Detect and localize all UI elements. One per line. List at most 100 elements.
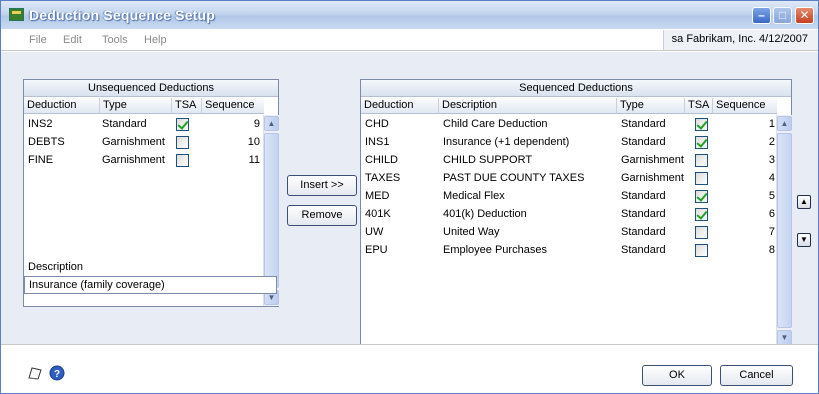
description-label: Description — [28, 261, 84, 273]
sequence-value: 5 — [768, 190, 775, 202]
deduction-description: Child Care Deduction — [443, 118, 548, 130]
tsa-checkbox[interactable] — [695, 190, 708, 203]
table-row[interactable]: EPU Employee Purchases Standard 8 — [361, 242, 777, 260]
deduction-type: Garnishment — [621, 154, 684, 166]
table-row[interactable]: UW United Way Standard 7 — [361, 224, 777, 242]
col-tsa[interactable]: TSA — [172, 98, 202, 114]
menu-file[interactable]: File — [29, 34, 47, 46]
deduction-code: FINE — [28, 154, 54, 166]
deduction-type: Standard — [102, 118, 147, 130]
ok-button[interactable]: OK — [642, 365, 712, 386]
deduction-code: EPU — [365, 244, 388, 256]
tsa-checkbox[interactable] — [695, 136, 708, 149]
title-bar: Deduction Sequence Setup – □ ✕ — [1, 1, 818, 29]
deduction-description: Medical Flex — [443, 190, 505, 202]
sequenced-title: Sequenced Deductions — [361, 80, 791, 97]
table-row[interactable]: INS1 Insurance (+1 dependent) Standard 2 — [361, 134, 777, 152]
table-row[interactable]: FINE Garnishment 11 — [24, 152, 264, 170]
table-row[interactable]: CHD Child Care Deduction Standard 1 — [361, 116, 777, 134]
deduction-type: Standard — [621, 118, 666, 130]
help-icon[interactable]: ? — [49, 365, 65, 381]
col-description[interactable]: Description — [439, 98, 617, 114]
scroll-thumb[interactable] — [777, 133, 792, 328]
sequence-value: 4 — [768, 172, 775, 184]
sequence-value: 8 — [768, 244, 775, 256]
sequence-value: 7 — [768, 226, 775, 238]
deduction-code: 401K — [365, 208, 391, 220]
deduction-type: Standard — [621, 136, 666, 148]
deduction-type: Garnishment — [102, 154, 165, 166]
deduction-type: Standard — [621, 244, 666, 256]
menu-tools[interactable]: Tools — [102, 34, 128, 46]
deduction-code: DEBTS — [28, 136, 65, 148]
sequence-value: 10 — [247, 136, 260, 148]
sequence-value: 2 — [768, 136, 775, 148]
scroll-down-icon[interactable]: ▼ — [777, 330, 792, 345]
move-up-icon[interactable]: ▲ — [797, 195, 811, 209]
remove-button[interactable]: Remove — [287, 205, 357, 226]
deduction-description: CHILD SUPPORT — [443, 154, 533, 166]
deduction-description: 401(k) Deduction — [443, 208, 527, 220]
table-row[interactable]: 401K 401(k) Deduction Standard 6 — [361, 206, 777, 224]
table-row[interactable]: MED Medical Flex Standard 5 — [361, 188, 777, 206]
tsa-checkbox[interactable] — [176, 136, 189, 149]
sequence-value: 1 — [768, 118, 775, 130]
menu-bar: File Edit Tools Help sa Fabrikam, Inc. 4… — [1, 29, 818, 51]
deduction-description: PAST DUE COUNTY TAXES — [443, 172, 585, 184]
note-icon[interactable] — [26, 365, 44, 381]
scroll-up-icon[interactable]: ▲ — [264, 116, 279, 131]
table-row[interactable]: INS2 Standard 9 — [24, 116, 264, 134]
menu-help[interactable]: Help — [144, 34, 167, 46]
table-row[interactable]: DEBTS Garnishment 10 — [24, 134, 264, 152]
col-type[interactable]: Type — [617, 98, 685, 114]
window-app-icon — [9, 8, 24, 21]
deduction-code: CHILD — [365, 154, 399, 166]
tsa-checkbox[interactable] — [695, 208, 708, 221]
sequenced-scrollbar[interactable]: ▲ ▼ — [776, 115, 792, 346]
col-tsa[interactable]: TSA — [685, 98, 713, 114]
company-info: sa Fabrikam, Inc. 4/12/2007 — [662, 30, 818, 50]
deduction-sequence-setup-window: Deduction Sequence Setup – □ ✕ File Edit… — [0, 0, 819, 394]
tsa-checkbox[interactable] — [176, 154, 189, 167]
sequence-value: 6 — [768, 208, 775, 220]
minimize-button[interactable]: – — [752, 7, 771, 24]
deduction-type: Garnishment — [621, 172, 684, 184]
col-deduction[interactable]: Deduction — [361, 98, 439, 114]
col-deduction[interactable]: Deduction — [24, 98, 100, 114]
deduction-description: Employee Purchases — [443, 244, 547, 256]
deduction-description: United Way — [443, 226, 500, 238]
description-field[interactable]: Insurance (family coverage) — [24, 276, 277, 294]
tsa-checkbox[interactable] — [695, 244, 708, 257]
col-sequence[interactable]: Sequence — [713, 98, 777, 114]
menu-edit[interactable]: Edit — [63, 34, 82, 46]
deduction-type: Garnishment — [102, 136, 165, 148]
deduction-description: Insurance (+1 dependent) — [443, 136, 570, 148]
window-title: Deduction Sequence Setup — [29, 7, 216, 23]
col-type[interactable]: Type — [100, 98, 172, 114]
deduction-type: Standard — [621, 226, 666, 238]
tsa-checkbox[interactable] — [695, 154, 708, 167]
sequence-value: 9 — [253, 118, 260, 130]
scroll-thumb[interactable] — [264, 133, 279, 288]
scroll-up-icon[interactable]: ▲ — [777, 116, 792, 131]
close-button[interactable]: ✕ — [795, 7, 814, 24]
tsa-checkbox[interactable] — [695, 172, 708, 185]
svg-text:?: ? — [54, 369, 60, 380]
tsa-checkbox[interactable] — [176, 118, 189, 131]
move-down-icon[interactable]: ▼ — [797, 233, 811, 247]
deduction-type: Standard — [621, 208, 666, 220]
insert-button[interactable]: Insert >> — [287, 175, 357, 196]
maximize-button[interactable]: □ — [773, 7, 792, 24]
tsa-checkbox[interactable] — [695, 118, 708, 131]
deduction-code: INS2 — [28, 118, 53, 130]
cancel-button[interactable]: Cancel — [720, 365, 793, 386]
table-row[interactable]: TAXES PAST DUE COUNTY TAXES Garnishment … — [361, 170, 777, 188]
sequence-value: 11 — [248, 154, 260, 166]
deduction-code: CHD — [365, 118, 389, 130]
col-sequence[interactable]: Sequence — [202, 98, 264, 114]
unsequenced-title: Unsequenced Deductions — [24, 80, 278, 97]
table-row[interactable]: CHILD CHILD SUPPORT Garnishment 3 — [361, 152, 777, 170]
tsa-checkbox[interactable] — [695, 226, 708, 239]
deduction-code: INS1 — [365, 136, 390, 148]
deduction-code: MED — [365, 190, 390, 202]
